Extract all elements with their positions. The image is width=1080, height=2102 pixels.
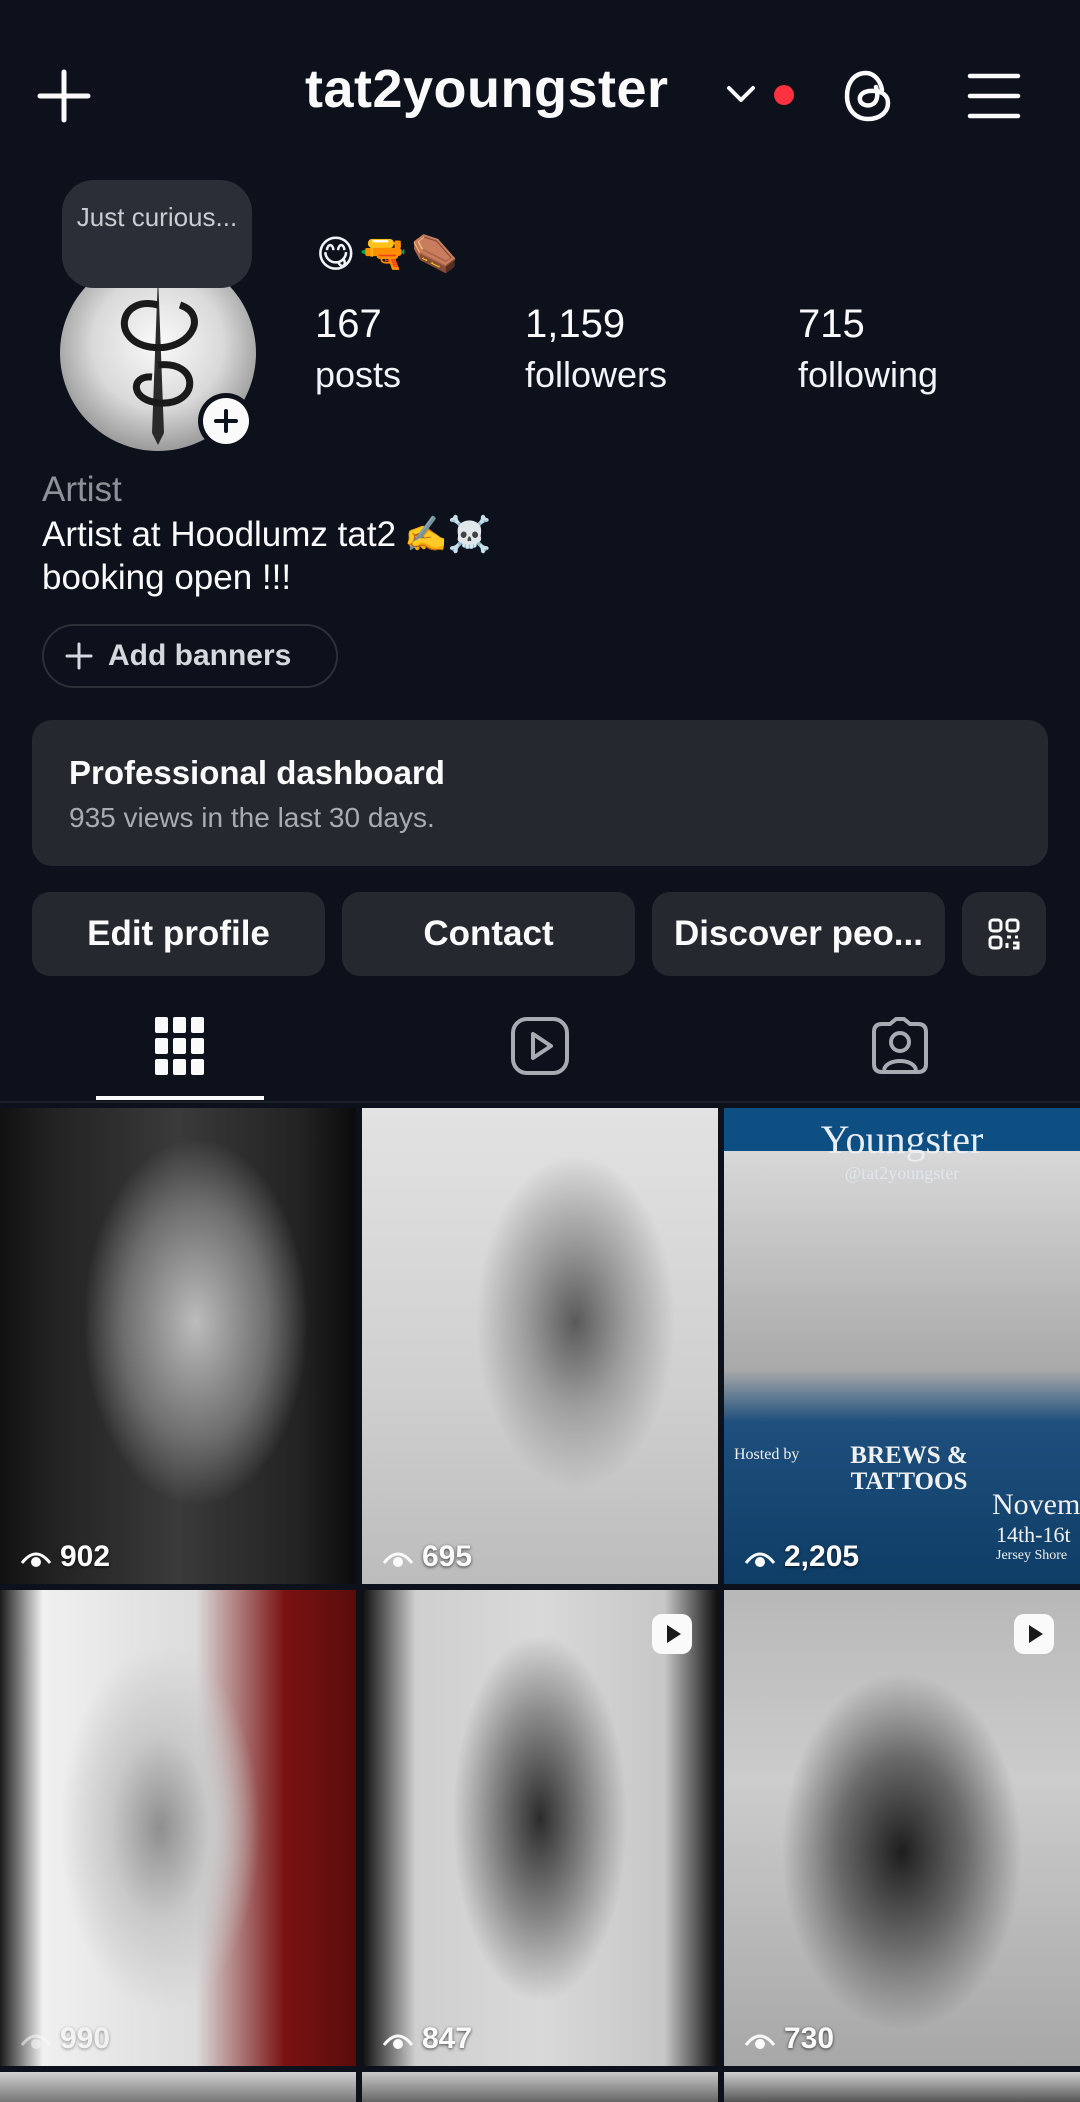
grid-icon	[155, 1017, 204, 1075]
bio-line-1-emojis: ✍️☠️	[404, 515, 492, 554]
bio-line-2: booking open !!!	[42, 558, 292, 597]
discover-people-button[interactable]: Discover peo...	[652, 892, 945, 976]
reel-badge-icon	[1014, 1614, 1054, 1654]
tile-event: BREWS & TATTOOS	[850, 1442, 968, 1495]
tab-grid[interactable]	[0, 990, 360, 1102]
views-eye-icon	[20, 2034, 52, 2049]
contact-button[interactable]: Contact	[342, 892, 635, 976]
view-count: 847	[382, 2022, 472, 2056]
profile-tabs	[0, 990, 1080, 1102]
add-banners-label: Add banners	[108, 639, 292, 672]
post-tile[interactable]: 847	[362, 1590, 718, 2066]
tab-tagged[interactable]	[720, 990, 1080, 1102]
plus-icon	[214, 409, 238, 433]
views-eye-icon	[744, 2034, 776, 2049]
tile-handle: @tat2youngster	[844, 1163, 960, 1183]
post-tile[interactable]: 695	[362, 1108, 718, 1584]
post-tile[interactable]: 902	[0, 1108, 356, 1584]
add-banners-button[interactable]: Add banners	[42, 624, 338, 688]
name-emojis: 😋 🔫 ⚰️	[316, 232, 458, 280]
post-tile[interactable]: 990	[0, 1590, 356, 2066]
menu-icon[interactable]	[966, 68, 1022, 124]
threads-icon[interactable]	[838, 66, 898, 126]
view-count: 695	[382, 1540, 472, 1574]
plus-icon	[65, 642, 93, 670]
stat-followers[interactable]: 1,159 followers	[525, 300, 667, 410]
tile-place: Jersey Shore	[996, 1548, 1068, 1563]
profile-screen: tat2youngster Just curious... 😋 🔫 ⚰️ 167…	[0, 0, 1080, 2102]
views-eye-icon	[20, 1552, 52, 1567]
stat-following-label: following	[798, 354, 939, 395]
view-count: 730	[744, 2022, 834, 2056]
bio-line-1: Artist at Hoodlumz tat2 ✍️☠️	[42, 514, 491, 555]
tagged-person-icon	[872, 1017, 928, 1074]
top-bar: tat2youngster	[0, 0, 1080, 190]
active-tab-indicator	[96, 1096, 264, 1100]
qr-scan-icon	[988, 918, 1020, 950]
qr-code-button[interactable]	[962, 892, 1046, 976]
account-username[interactable]: tat2youngster	[305, 58, 669, 120]
post-tile[interactable]	[724, 2072, 1080, 2102]
create-plus-icon[interactable]	[34, 66, 94, 126]
tabs-divider	[0, 1101, 1080, 1103]
stat-posts-value: 167	[315, 302, 382, 346]
emoji-water-pistol: 🔫	[359, 233, 407, 275]
chevron-down-icon[interactable]	[725, 82, 757, 106]
tile-heading: Youngster	[820, 1117, 984, 1162]
view-count: 990	[20, 2022, 110, 2056]
posts-grid: 902 695 Youngster @tat2youngster Hosted …	[0, 1108, 1080, 2102]
stat-followers-value: 1,159	[525, 302, 626, 346]
reels-icon	[511, 1017, 569, 1075]
view-count: 902	[20, 1540, 110, 1574]
notification-dot	[774, 85, 794, 105]
edit-profile-button[interactable]: Edit profile	[32, 892, 325, 976]
tile-month: Novemb	[992, 1488, 1080, 1521]
dashboard-title: Professional dashboard	[69, 754, 445, 791]
post-tile[interactable]: 730	[724, 1590, 1080, 2066]
views-eye-icon	[382, 1552, 414, 1567]
stat-followers-label: followers	[525, 354, 668, 395]
stat-posts[interactable]: 167 posts	[315, 300, 401, 410]
reel-badge-icon	[652, 1614, 692, 1654]
note-bubble[interactable]: Just curious...	[62, 180, 252, 288]
bio-line-1-text: Artist at Hoodlumz tat2	[42, 514, 397, 554]
tab-reels[interactable]	[360, 990, 720, 1102]
post-tile[interactable]	[0, 2072, 356, 2102]
stat-following-value: 715	[798, 302, 865, 346]
dashboard-subtitle: 935 views in the last 30 days.	[69, 802, 435, 833]
emoji-coffin: ⚰️	[410, 233, 459, 275]
professional-dashboard-card[interactable]: Professional dashboard 935 views in the …	[32, 720, 1048, 866]
stat-following[interactable]: 715 following	[798, 300, 938, 410]
views-eye-icon	[744, 1552, 776, 1567]
post-tile[interactable]	[362, 2072, 718, 2102]
profile-category: Artist	[42, 470, 122, 509]
add-story-button[interactable]	[198, 393, 254, 449]
tile-hosted: Hosted by	[734, 1446, 800, 1463]
views-eye-icon	[382, 2034, 414, 2049]
view-count: 2,205	[744, 1540, 859, 1574]
tile-dates: 14th-16t	[996, 1522, 1071, 1547]
emoji-yum: 😋	[316, 234, 356, 276]
post-tile[interactable]: Youngster @tat2youngster Hosted by BREWS…	[724, 1108, 1080, 1584]
stat-posts-label: posts	[315, 354, 402, 395]
